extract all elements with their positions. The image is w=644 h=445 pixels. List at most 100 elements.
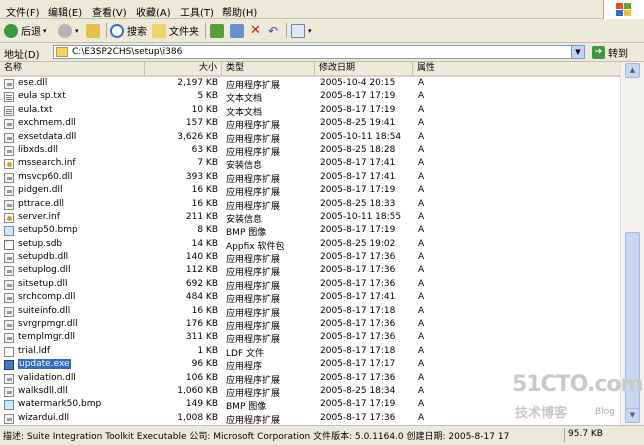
file-list[interactable]: 名称 大小 类型 修改日期 属性 ese.dll 2,197 KB 应用程序扩展 20… [0, 62, 644, 425]
file-row[interactable]: setup50.bmp 8 KB BMP 图像 2005-8-17 17:19 A [0, 224, 620, 238]
file-attributes: A [418, 385, 425, 396]
file-name-text: exchmem.dll [18, 118, 76, 129]
views-button[interactable]: ▾ [291, 22, 312, 39]
file-row[interactable]: msvcp60.dll 393 KB 应用程序扩展 2005-8-17 17:41 A [0, 171, 620, 185]
file-modified: 2005-8-17 17:36 [320, 278, 396, 289]
file-name-text: eula.txt [18, 104, 53, 115]
menu-help[interactable]: 帮助(H) [222, 4, 257, 19]
file-size: 311 KB [185, 332, 218, 343]
file-name: ese.dll [18, 78, 47, 88]
file-size: 106 KB [185, 372, 218, 383]
chevron-down-icon[interactable]: ▼ [571, 46, 584, 58]
file-row[interactable]: ese.dll 2,197 KB 应用程序扩展 2005-10-4 20:15 A [0, 77, 620, 91]
file-name: suiteinfo.dll [18, 306, 70, 316]
file-row[interactable]: wizardui.dll 1,008 KB 应用程序扩展 2005-8-17 17:3… [0, 412, 620, 425]
menu-tools[interactable]: 工具(T) [180, 4, 214, 19]
copy-to-icon [230, 23, 244, 38]
file-size: 484 KB [185, 292, 218, 303]
file-row[interactable]: trial.ldf 1 KB LDF 文件 2005-8-17 17:18 A [0, 345, 620, 359]
undo-button[interactable]: ↶ [268, 22, 278, 39]
search-button[interactable]: 搜索 [110, 22, 147, 39]
scroll-up-arrow-icon[interactable]: ▲ [625, 63, 640, 78]
file-size: 1,008 KB [177, 412, 218, 423]
menu-favorites[interactable]: 收藏(A) [136, 4, 171, 19]
file-row[interactable]: eula.txt 10 KB 文本文档 2005-8-17 17:19 A [0, 104, 620, 118]
file-attributes: A [418, 332, 425, 343]
menu-edit[interactable]: 编辑(E) [48, 4, 82, 19]
file-row[interactable]: setupdb.dll 140 KB 应用程序扩展 2005-8-17 17:36 A [0, 251, 620, 265]
file-row[interactable]: validation.dll 106 KB 应用程序扩展 2005-8-17 17:3… [0, 372, 620, 386]
file-row[interactable]: setup.sdb 14 KB Appfix 软件包 2005-8-25 19:02 A [0, 238, 620, 252]
file-type: 安装信息 [226, 161, 263, 172]
file-row[interactable]: setuplog.dll 112 KB 应用程序扩展 2005-8-17 17:36 A [0, 264, 620, 278]
file-row[interactable]: exchmem.dll 157 KB 应用程序扩展 2005-8-25 19:41 A [0, 117, 620, 131]
copy-to-button[interactable] [230, 22, 247, 39]
status-description: 描述: Suite Integration Toolkit Executable… [3, 432, 510, 442]
file-modified: 2005-8-17 17:18 [320, 345, 396, 356]
vertical-scrollbar[interactable]: ▲ ▼ [620, 62, 644, 425]
file-attributes: A [418, 171, 425, 182]
file-name-text: exsetdata.dll [18, 131, 77, 142]
file-row[interactable]: watermark50.bmp 149 KB BMP 图像 2005-8-17 17:… [0, 398, 620, 413]
forward-button[interactable]: ▾ [58, 22, 79, 39]
file-row[interactable]: exsetdata.dll 3,626 KB 应用程序扩展 2005-10-11 18… [0, 131, 620, 145]
file-name-text: svrgrpmgr.dll [18, 319, 78, 330]
file-attributes: A [418, 345, 425, 356]
go-button[interactable]: ➔ 转到 [592, 45, 628, 60]
scroll-thumb[interactable] [625, 232, 640, 414]
column-name[interactable]: 名称 [0, 62, 145, 75]
column-size[interactable]: 大小 [145, 62, 222, 75]
dll-file-icon [4, 373, 14, 384]
file-row[interactable]: mssearch.inf 7 KB 安装信息 2005-8-17 17:41 A [0, 157, 620, 172]
file-modified: 2005-8-25 19:41 [320, 118, 396, 129]
folders-button[interactable]: 文件夹 [152, 22, 199, 39]
file-size: 2,197 KB [177, 78, 218, 88]
file-name-text: srchcomp.dll [18, 292, 76, 303]
file-row[interactable]: walksdll.dll 1,060 KB 应用程序扩展 2005-8-25 18:3… [0, 385, 620, 399]
file-type: 应用程序扩展 [226, 295, 281, 306]
column-attributes[interactable]: 属性 [413, 62, 620, 75]
file-attributes: A [418, 185, 425, 196]
forward-arrow-icon [58, 23, 72, 38]
back-button[interactable]: 后退 ▾ [4, 22, 47, 39]
file-row[interactable]: srchcomp.dll 484 KB 应用程序扩展 2005-8-17 17:41 A [0, 291, 620, 306]
column-modified[interactable]: 修改日期 [315, 62, 413, 75]
file-name: exsetdata.dll [18, 132, 76, 142]
menu-view[interactable]: 查看(V) [92, 4, 127, 19]
file-row[interactable]: eula sp.txt 5 KB 文本文档 2005-8-17 17:19 A [0, 90, 620, 104]
file-row[interactable]: libxds.dll 63 KB 应用程序扩展 2005-8-25 18:28 A [0, 144, 620, 158]
menu-file[interactable]: 文件(F) [6, 4, 40, 19]
file-row[interactable]: pttrace.dll 16 KB 应用程序扩展 2005-8-25 18:33 A [0, 198, 620, 212]
file-name: trial.ldf [18, 346, 50, 356]
move-to-button[interactable] [210, 22, 227, 39]
toolbar-divider [286, 23, 287, 38]
file-modified: 2005-8-17 17:19 [320, 104, 396, 115]
sdb-file-icon [4, 239, 14, 250]
file-type: 应用程序扩展 [226, 81, 281, 91]
file-row[interactable]: update.exe 96 KB 应用程序 2005-8-17 17:17 A [0, 358, 620, 372]
file-name-text: server.inf [18, 211, 60, 222]
file-modified: 2005-8-17 17:36 [320, 252, 396, 263]
inf-file-icon [4, 159, 14, 170]
file-row[interactable]: templmgr.dll 311 KB 应用程序扩展 2005-8-17 17:36 A [0, 331, 620, 345]
file-row[interactable]: sitsetup.dll 692 KB 应用程序扩展 2005-8-17 17:36 A [0, 278, 620, 292]
file-name: setup.sdb [18, 239, 62, 249]
scroll-down-arrow-icon[interactable]: ▼ [625, 408, 640, 423]
file-type: 应用程序扩展 [226, 415, 281, 425]
address-input[interactable]: C:\E3SP2CHS\setup\i386 ▼ [53, 45, 585, 59]
file-row[interactable]: server.inf 211 KB 安装信息 2005-10-11 18:55 A [0, 211, 620, 225]
file-name: eula sp.txt [18, 91, 66, 101]
file-name-text: sitsetup.dll [18, 278, 68, 289]
file-row[interactable]: pidgen.dll 16 KB 应用程序扩展 2005-8-17 17:19 A [0, 184, 620, 198]
exe-file-icon [4, 360, 14, 371]
file-row[interactable]: suiteinfo.dll 16 KB 应用程序扩展 2005-8-17 17:18 A [0, 305, 620, 319]
file-name-text: validation.dll [18, 372, 76, 383]
up-folder-button[interactable] [86, 22, 103, 39]
file-row[interactable]: svrgrpmgr.dll 176 KB 应用程序扩展 2005-8-17 17:36… [0, 318, 620, 332]
file-attributes: A [418, 252, 425, 263]
delete-button[interactable]: ✕ [250, 22, 261, 39]
file-name: templmgr.dll [18, 332, 75, 342]
column-type[interactable]: 类型 [222, 62, 315, 75]
file-type: BMP 图像 [226, 402, 267, 413]
file-name-text: pttrace.dll [18, 198, 65, 209]
